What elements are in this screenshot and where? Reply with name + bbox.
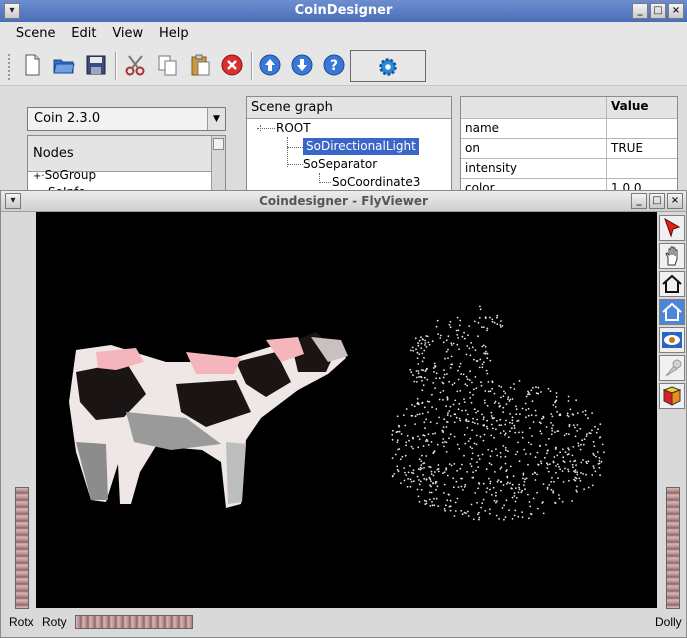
scene-graph-panel: Scene graph ROOT SoDirectionalLight SoSe… xyxy=(246,96,452,196)
svg-text:?: ? xyxy=(330,58,338,74)
menubar: Scene Edit View Help xyxy=(0,22,687,46)
cut-icon[interactable] xyxy=(124,53,148,77)
pick-mode-button[interactable] xyxy=(659,215,685,241)
dolly-label: Dolly xyxy=(655,615,682,629)
maximize-icon[interactable]: □ xyxy=(650,3,666,19)
nodes-scrollbar[interactable] xyxy=(211,136,225,194)
tree-node-coordinate3[interactable]: SoCoordinate3 xyxy=(332,174,420,191)
seek-button[interactable] xyxy=(659,355,685,381)
cow-model xyxy=(69,332,348,508)
field-table: Value name on TRUE intensity color 1 0 0 xyxy=(460,96,678,196)
nodes-panel: Nodes +·SoGroup SoInfo xyxy=(27,135,226,195)
flyviewer-window: ▾ Coindesigner - FlyViewer _ □ × Rotx Ro… xyxy=(0,190,687,638)
render-viewport[interactable] xyxy=(36,212,657,608)
tree-connector xyxy=(287,137,288,167)
maximize-icon[interactable]: □ xyxy=(649,193,665,209)
field-value-cell[interactable] xyxy=(607,159,677,179)
toolbar: ? xyxy=(0,46,687,86)
copy-icon[interactable] xyxy=(156,53,180,77)
bunny-pointcloud xyxy=(391,305,605,521)
field-value-cell[interactable] xyxy=(607,119,677,139)
field-name-cell: intensity xyxy=(461,159,607,179)
main-window-title: CoinDesigner xyxy=(294,3,393,18)
flyviewer-title: Coindesigner - FlyViewer xyxy=(259,194,428,208)
version-combobox-value: Coin 2.3.0 xyxy=(34,111,101,126)
close-icon[interactable]: × xyxy=(667,193,683,209)
new-file-icon[interactable] xyxy=(20,53,44,77)
help-icon[interactable]: ? xyxy=(322,53,346,77)
home-button[interactable] xyxy=(659,271,685,297)
scene-graph-header: Scene graph xyxy=(247,97,451,119)
view-all-eye-icon xyxy=(662,332,682,348)
projection-button[interactable] xyxy=(659,383,685,409)
pick-arrow-icon xyxy=(664,217,681,238)
seek-icon xyxy=(665,359,682,377)
tree-connector xyxy=(319,182,331,183)
toolbar-separator xyxy=(251,52,253,80)
window-menu-icon[interactable]: ▾ xyxy=(4,3,20,19)
roty-label: Roty xyxy=(42,615,67,629)
minimize-icon[interactable]: _ xyxy=(631,193,647,209)
paste-icon[interactable] xyxy=(188,53,212,77)
roty-thumbwheel[interactable] xyxy=(75,615,193,629)
menu-scene[interactable]: Scene xyxy=(10,22,62,46)
field-name-cell: on xyxy=(461,139,607,159)
menu-help[interactable]: Help xyxy=(153,22,195,46)
menu-edit[interactable]: Edit xyxy=(65,22,102,46)
field-table-name-header xyxy=(461,97,607,119)
move-down-icon[interactable] xyxy=(290,53,314,77)
open-folder-icon[interactable] xyxy=(52,53,76,77)
toolbar-separator xyxy=(115,52,117,80)
projection-cube-icon xyxy=(662,386,682,406)
view-all-button[interactable] xyxy=(659,327,685,353)
field-name-cell: name xyxy=(461,119,607,139)
rotx-thumbwheel[interactable] xyxy=(15,487,29,609)
set-home-button[interactable] xyxy=(659,299,685,325)
tree-connector xyxy=(287,164,303,165)
scrollbar-thumb[interactable] xyxy=(213,138,224,150)
minimize-icon[interactable]: _ xyxy=(632,3,648,19)
main-window-titlebar[interactable]: ▾ CoinDesigner _ □ × xyxy=(0,0,687,22)
render-button[interactable] xyxy=(350,50,426,82)
tree-connector xyxy=(257,128,275,129)
field-table-value-header: Value xyxy=(607,97,677,119)
tree-connector xyxy=(287,147,303,148)
nodes-header: Nodes xyxy=(28,136,225,172)
tree-node-root[interactable]: ROOT xyxy=(276,120,311,137)
rotx-label: Rotx xyxy=(9,615,34,629)
toolbar-grip[interactable] xyxy=(8,54,12,80)
nodes-item-label: SoGroup xyxy=(44,168,97,182)
gear-icon xyxy=(379,58,397,76)
field-value-cell[interactable]: TRUE xyxy=(607,139,677,159)
menu-view[interactable]: View xyxy=(106,22,149,46)
move-up-icon[interactable] xyxy=(258,53,282,77)
view-hand-icon xyxy=(665,246,678,266)
set-home-icon xyxy=(662,302,682,321)
version-combobox[interactable]: Coin 2.3.0 ▼ xyxy=(27,107,226,131)
window-menu-icon[interactable]: ▾ xyxy=(5,193,21,209)
tree-node-directional-light[interactable]: SoDirectionalLight xyxy=(303,138,419,155)
scene-render xyxy=(69,305,605,521)
view-mode-button[interactable] xyxy=(659,243,685,269)
list-item[interactable]: +·SoGroup xyxy=(33,168,96,182)
home-icon xyxy=(662,274,682,293)
flyviewer-titlebar[interactable]: ▾ Coindesigner - FlyViewer _ □ × xyxy=(1,191,686,212)
chevron-down-icon[interactable]: ▼ xyxy=(207,108,225,130)
dolly-thumbwheel[interactable] xyxy=(666,487,680,609)
close-icon[interactable]: × xyxy=(668,3,684,19)
expand-icon[interactable]: +· xyxy=(33,171,45,182)
delete-icon[interactable] xyxy=(220,53,244,77)
save-icon[interactable] xyxy=(84,53,108,77)
tree-node-separator[interactable]: SoSeparator xyxy=(303,156,377,173)
